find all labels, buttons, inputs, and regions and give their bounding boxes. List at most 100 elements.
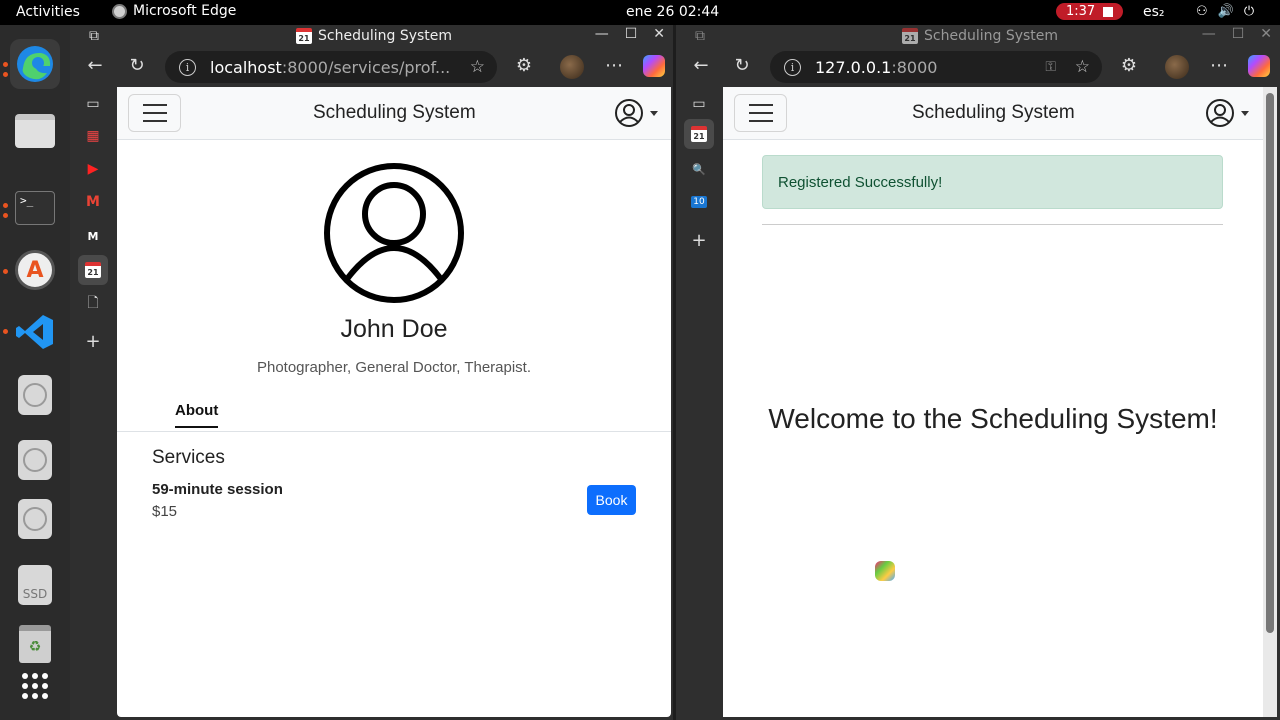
youtube-icon[interactable]: ▶ bbox=[82, 158, 104, 180]
favorite-star-icon[interactable]: ☆ bbox=[1075, 57, 1090, 77]
edge-sidebar: ▭ ▦ ▶ M M 21 🗋 + bbox=[70, 85, 116, 720]
more-menu-icon[interactable]: ⋯ bbox=[1208, 55, 1230, 76]
title-bar[interactable]: ⧉ 21 Scheduling System — ☐ ✕ bbox=[676, 25, 1280, 49]
vscode-icon[interactable] bbox=[10, 307, 60, 357]
outlook-icon[interactable]: 10 bbox=[688, 191, 710, 213]
tab-divider bbox=[117, 431, 671, 432]
system-menu[interactable]: ⚇ 🔊 ⏻ bbox=[1196, 4, 1254, 19]
app-menu[interactable]: Microsoft Edge bbox=[112, 3, 236, 19]
calendar-favicon: 21 bbox=[902, 28, 918, 44]
maximize-button[interactable]: ☐ bbox=[625, 26, 638, 42]
add-icon[interactable]: + bbox=[688, 229, 710, 251]
window-controls: — ☐ ✕ bbox=[1202, 26, 1272, 42]
calendar-sidebar-icon[interactable]: 21 bbox=[684, 119, 714, 149]
extensions-icon[interactable]: ⚙ bbox=[513, 55, 535, 76]
user-menu[interactable] bbox=[1205, 98, 1249, 128]
key-icon[interactable]: ⚿ bbox=[1045, 59, 1056, 75]
favorite-star-icon[interactable]: ☆ bbox=[470, 57, 485, 77]
tab-title: Scheduling System bbox=[318, 28, 453, 44]
window-controls: — ☐ ✕ bbox=[595, 26, 665, 42]
tab-about[interactable]: About bbox=[175, 402, 219, 428]
reload-icon[interactable]: ↻ bbox=[731, 55, 753, 76]
calendar-favicon: 21 bbox=[296, 28, 312, 44]
document-icon[interactable]: 🗋 bbox=[82, 293, 104, 315]
profile-avatar[interactable] bbox=[560, 55, 584, 79]
address-bar[interactable]: i localhost:8000/services/prof... ☆ bbox=[165, 51, 497, 83]
service-price: $15 bbox=[152, 503, 178, 520]
search-icon[interactable]: 🔍 bbox=[688, 158, 710, 180]
back-icon[interactable]: ← bbox=[690, 55, 712, 76]
minimize-button[interactable]: — bbox=[595, 26, 609, 42]
workspaces-icon[interactable]: ⧉ bbox=[689, 28, 711, 44]
close-button[interactable]: ✕ bbox=[653, 26, 665, 42]
profile-avatar[interactable] bbox=[1165, 55, 1189, 79]
book-button[interactable]: Book bbox=[587, 485, 636, 515]
brand-title[interactable]: Scheduling System bbox=[912, 102, 1075, 124]
close-button[interactable]: ✕ bbox=[1260, 26, 1272, 42]
url-path: :8000/services/prof... bbox=[281, 57, 451, 77]
reload-icon[interactable]: ↻ bbox=[126, 55, 148, 76]
running-indicator bbox=[3, 329, 8, 334]
page-content: Scheduling System Registered Successfull… bbox=[723, 87, 1263, 717]
site-info-icon[interactable]: i bbox=[179, 58, 196, 76]
software-updater-icon[interactable]: A bbox=[10, 245, 60, 295]
url-path: :8000 bbox=[891, 57, 938, 77]
app-name: Microsoft Edge bbox=[133, 3, 237, 19]
disc-icon[interactable] bbox=[10, 435, 60, 485]
recording-indicator[interactable]: 1:37 bbox=[1056, 3, 1124, 20]
site-info-icon[interactable]: i bbox=[784, 58, 801, 76]
extensions-icon[interactable]: ⚙ bbox=[1118, 55, 1140, 76]
app-navbar: Scheduling System bbox=[117, 87, 671, 140]
divider bbox=[762, 224, 1223, 225]
ssd-drive-icon[interactable]: SSD bbox=[10, 560, 60, 610]
clock[interactable]: ene 26 02:44 bbox=[626, 4, 719, 20]
scrollbar[interactable] bbox=[1263, 87, 1277, 717]
running-indicator bbox=[3, 203, 8, 208]
right-browser-window: ⧉ 21 Scheduling System — ☐ ✕ ← ↻ i 127.0… bbox=[676, 25, 1280, 720]
user-circle-icon bbox=[1206, 99, 1234, 127]
calendar-day: 21 bbox=[85, 262, 101, 278]
files-icon[interactable] bbox=[10, 106, 60, 156]
edge-dock-icon[interactable] bbox=[10, 39, 60, 89]
terminal-icon[interactable]: >_ bbox=[10, 183, 60, 233]
tab-actions-icon[interactable]: ▭ bbox=[688, 93, 710, 115]
recording-time: 1:37 bbox=[1066, 4, 1096, 19]
window-title: 21 Scheduling System bbox=[902, 28, 1058, 44]
add-icon[interactable]: + bbox=[82, 330, 104, 352]
disc-icon[interactable] bbox=[10, 494, 60, 544]
more-menu-icon[interactable]: ⋯ bbox=[603, 55, 625, 76]
menu-toggle-button[interactable] bbox=[128, 94, 181, 132]
title-bar[interactable]: ⧉ 21 Scheduling System — ☐ ✕ bbox=[70, 25, 673, 49]
page-content: Scheduling System John Doe Photographer,… bbox=[117, 87, 671, 717]
outlook-badge: 10 bbox=[691, 196, 707, 208]
services-heading: Services bbox=[152, 447, 225, 468]
profile-professions: Photographer, General Doctor, Therapist. bbox=[256, 359, 532, 376]
welcome-heading: Welcome to the Scheduling System! bbox=[768, 403, 1218, 434]
top-bar: Activities Microsoft Edge ene 26 02:44 1… bbox=[0, 0, 1280, 25]
menu-toggle-button[interactable] bbox=[734, 94, 787, 132]
tab-actions-icon[interactable]: ▭ bbox=[82, 93, 104, 115]
window-title: 21 Scheduling System bbox=[296, 28, 452, 44]
copilot-icon[interactable] bbox=[643, 55, 665, 77]
user-menu[interactable] bbox=[614, 98, 658, 128]
back-icon[interactable]: ← bbox=[84, 55, 106, 76]
copilot-icon[interactable] bbox=[1248, 55, 1270, 77]
address-bar[interactable]: i 127.0.0.1:8000 ⚿ ☆ bbox=[770, 51, 1102, 83]
keyboard-layout[interactable]: es₂ bbox=[1143, 4, 1165, 20]
medium-icon[interactable]: M bbox=[82, 225, 104, 247]
disc-icon[interactable] bbox=[10, 370, 60, 420]
ssd-label: SSD bbox=[18, 565, 52, 605]
gmail-icon[interactable]: M bbox=[82, 191, 104, 213]
activities-button[interactable]: Activities bbox=[16, 4, 80, 20]
scrollbar-thumb[interactable] bbox=[1266, 93, 1274, 633]
app-grid-icon[interactable] bbox=[10, 661, 60, 711]
calendar-sidebar-icon[interactable]: 21 bbox=[78, 255, 108, 285]
brand-title[interactable]: Scheduling System bbox=[313, 102, 476, 124]
power-icon: ⏻ bbox=[1243, 4, 1255, 19]
maximize-button[interactable]: ☐ bbox=[1232, 26, 1245, 42]
workspaces-icon[interactable]: ⧉ bbox=[83, 28, 105, 44]
minimize-button[interactable]: — bbox=[1202, 26, 1216, 42]
office-icon[interactable]: ▦ bbox=[82, 125, 104, 147]
volume-icon: 🔊 bbox=[1217, 4, 1234, 19]
service-name: 59-minute session bbox=[152, 481, 283, 498]
